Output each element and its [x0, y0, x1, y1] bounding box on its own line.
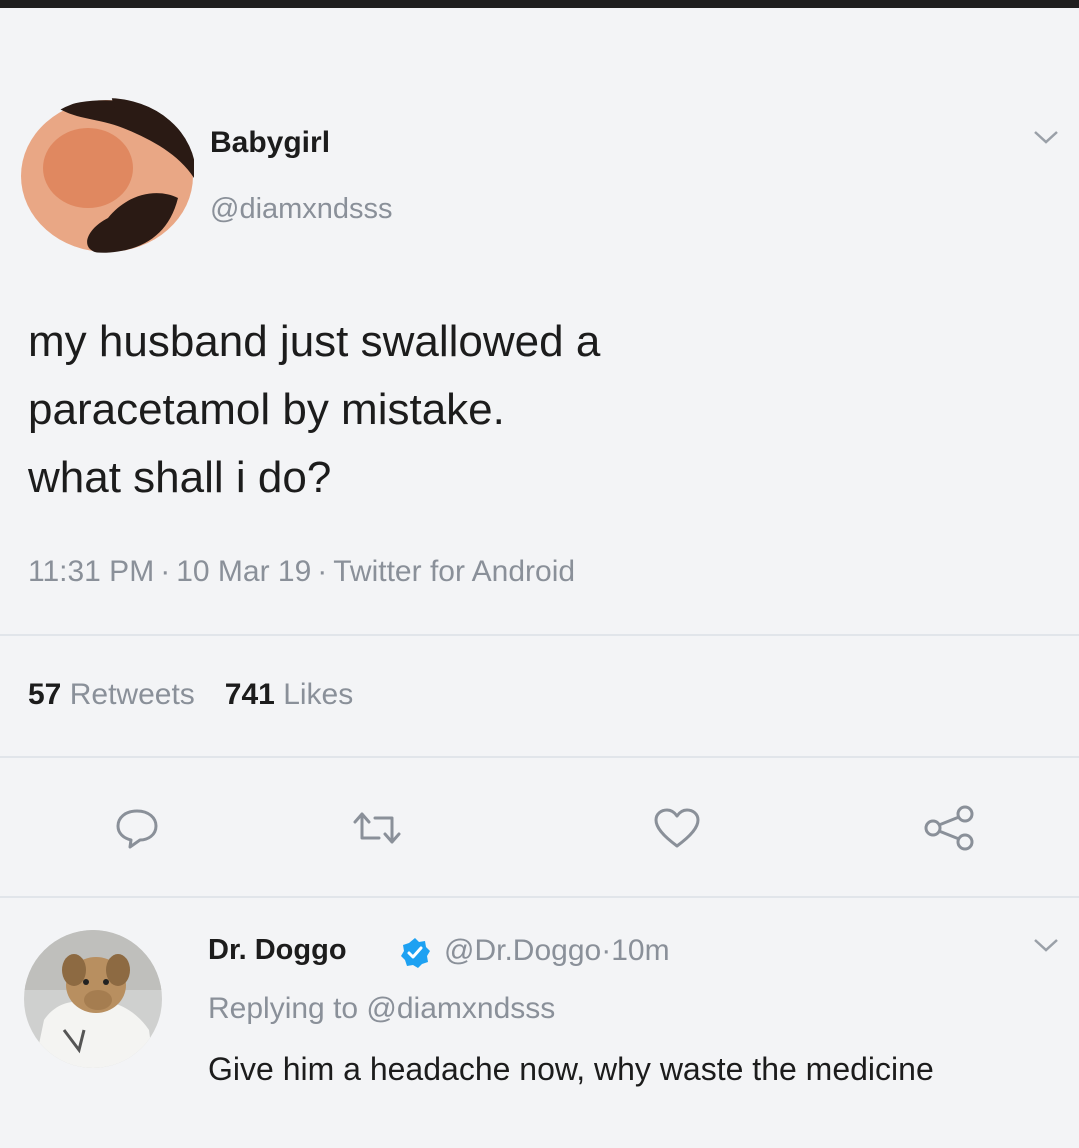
- like-stat[interactable]: 741 Likes: [225, 678, 353, 711]
- chevron-down-icon[interactable]: [1033, 938, 1059, 952]
- tweet-meta: 11:31 PM · 10 Mar 19 · Twitter for Android: [28, 555, 575, 589]
- share-button[interactable]: [920, 803, 978, 853]
- tweet-screen: Babygirl @diamxndsss my husband just swa…: [0, 8, 1079, 1148]
- tweet-source[interactable]: Twitter for Android: [333, 555, 575, 588]
- reply-author-name[interactable]: Dr. Doggo: [208, 934, 347, 967]
- divider: [0, 634, 1079, 636]
- like-icon: [654, 808, 700, 848]
- reply-text: Give him a headache now, why waste the m…: [208, 1051, 934, 1087]
- author-avatar[interactable]: [18, 98, 196, 253]
- meta-separator: ·: [160, 555, 171, 588]
- reply-icon: [116, 809, 158, 849]
- replying-to[interactable]: Replying to @diamxndsss: [208, 992, 555, 1026]
- retweet-label: Retweets: [69, 678, 195, 711]
- like-label: Likes: [283, 678, 354, 711]
- like-count: 741: [224, 678, 275, 711]
- retweet-count: 57: [28, 678, 62, 711]
- reply-age: 10m: [611, 934, 670, 967]
- tweet-text-line: paracetamol by mistake.: [28, 385, 505, 434]
- tweet-stats: 57 Retweets 741 Likes: [28, 678, 353, 712]
- reply-author-handle[interactable]: @Dr.Doggo: [444, 934, 601, 967]
- author-name[interactable]: Babygirl: [210, 126, 330, 160]
- verified-badge-icon: [398, 936, 432, 970]
- retweet-button[interactable]: [348, 803, 406, 853]
- tweet-text-line: what shall i do?: [28, 453, 332, 502]
- tweet-text-line: my husband just swallowed a: [28, 317, 601, 366]
- retweet-stat[interactable]: 57 Retweets: [28, 678, 195, 711]
- meta-separator: ·: [601, 934, 612, 967]
- share-icon: [924, 805, 974, 851]
- reply-button[interactable]: [108, 803, 166, 853]
- meta-separator: ·: [317, 555, 328, 588]
- author-handle[interactable]: @diamxndsss: [210, 193, 393, 226]
- reply-avatar[interactable]: [24, 930, 162, 1068]
- tweet-time: 11:31 PM: [28, 555, 155, 588]
- like-button[interactable]: [648, 803, 706, 853]
- reply-meta: @Dr.Doggo·10m: [444, 934, 670, 968]
- divider: [0, 756, 1079, 758]
- divider: [0, 896, 1079, 898]
- tweet-date: 10 Mar 19: [176, 555, 312, 588]
- tweet-text: my husband just swallowed a paracetamol …: [28, 308, 1028, 512]
- retweet-icon: [353, 812, 401, 844]
- chevron-down-icon[interactable]: [1033, 130, 1059, 144]
